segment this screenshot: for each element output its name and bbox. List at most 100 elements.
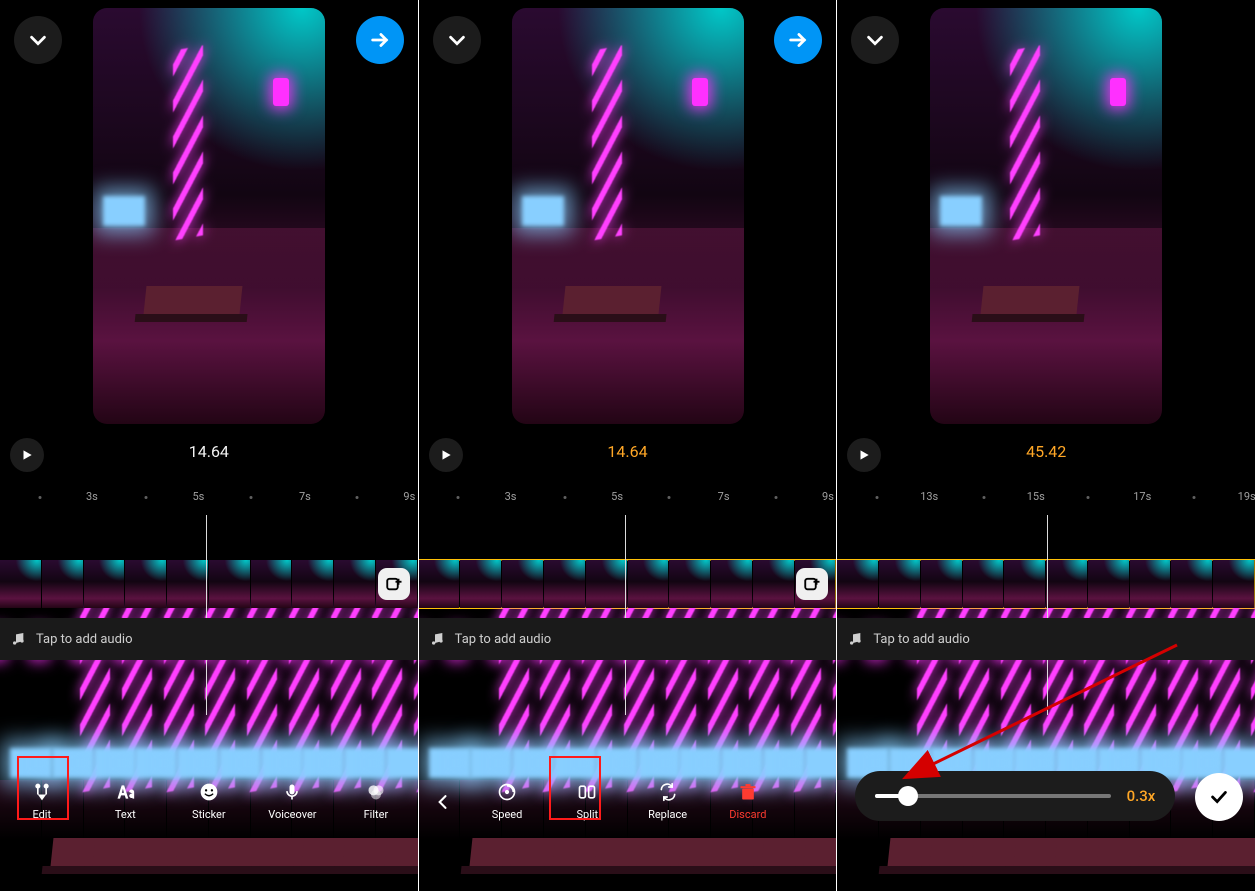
clip-thumb <box>209 560 251 608</box>
add-audio-label: Tap to add audio <box>873 632 970 647</box>
filter-icon <box>366 782 386 802</box>
voiceover-icon <box>282 782 302 802</box>
tick-label: 15s <box>1027 490 1045 503</box>
next-button[interactable] <box>356 16 404 64</box>
phone-screen-2: 14.643s5s7s9sTap to add audioSpeedSplitR… <box>418 0 837 891</box>
phone-screen-1: 14.64 3s5s7s9s Tap to add audio Edit Text Sti… <box>0 0 418 891</box>
next-button[interactable] <box>774 16 822 64</box>
clip-strip[interactable] <box>0 560 418 608</box>
speed-value: 0.3x <box>1127 787 1156 805</box>
text-tool[interactable]: Text <box>97 782 153 821</box>
clip-thumb <box>1213 560 1255 608</box>
tick-label: 13s <box>920 490 938 503</box>
discard-icon <box>738 782 758 802</box>
clip-thumb <box>1046 560 1088 608</box>
speed-slider-panel: 0.3x <box>855 771 1175 821</box>
clip-thumb <box>167 560 209 608</box>
clip-thumb <box>502 560 544 608</box>
add-audio-label: Tap to add audio <box>36 632 133 647</box>
clip-thumb <box>1130 560 1172 608</box>
sticker-icon <box>199 782 219 802</box>
clip-thumb <box>0 560 42 608</box>
replace-tool[interactable]: Replace <box>640 782 696 821</box>
edit-icon <box>32 782 52 802</box>
playhead[interactable] <box>1047 515 1048 715</box>
add-audio-label: Tap to add audio <box>455 632 552 647</box>
edit-toolbar: Edit Text Sticker Voiceover Filter <box>0 782 418 821</box>
sticker-tool[interactable]: Sticker <box>181 782 237 821</box>
speed-slider[interactable] <box>875 794 1110 798</box>
add-audio-row[interactable]: Tap to add audio <box>0 618 418 660</box>
clip-toolbar: Speed Split Replace Discard <box>419 782 837 821</box>
clip-strip[interactable] <box>837 560 1255 608</box>
clip-thumb <box>544 560 586 608</box>
tool-label: Text <box>115 808 136 821</box>
timeline-ruler[interactable]: 3s5s7s9s <box>419 490 837 510</box>
add-audio-row[interactable]: Tap to add audio <box>837 618 1255 660</box>
music-icon <box>847 631 863 647</box>
split-icon <box>577 782 597 802</box>
clip-thumb <box>586 560 628 608</box>
playhead[interactable] <box>625 515 626 715</box>
music-icon <box>10 631 26 647</box>
add-transition-button[interactable] <box>378 568 410 600</box>
tool-label: Split <box>577 808 599 821</box>
collapse-button[interactable] <box>14 16 62 64</box>
duration-label: 45.42 <box>837 442 1255 461</box>
tick-label: 3s <box>86 490 98 503</box>
clip-thumb <box>628 560 670 608</box>
clip-thumb <box>963 560 1005 608</box>
clip-thumb <box>753 560 795 608</box>
tool-label: Edit <box>32 808 51 821</box>
tick-label: 9s <box>822 490 834 503</box>
clip-strip[interactable] <box>419 560 837 608</box>
clip-thumb <box>125 560 167 608</box>
speed-icon <box>497 782 517 802</box>
tool-label: Sticker <box>192 808 226 821</box>
text-icon <box>115 782 135 802</box>
clip-thumb <box>669 560 711 608</box>
split-tool[interactable]: Split <box>559 782 615 821</box>
tick-label: 7s <box>718 490 730 503</box>
replace-icon <box>658 782 678 802</box>
voiceover-tool[interactable]: Voiceover <box>264 782 320 821</box>
confirm-button[interactable] <box>1195 773 1243 821</box>
clip-thumb <box>879 560 921 608</box>
tick-label: 17s <box>1133 490 1151 503</box>
playhead[interactable] <box>206 515 207 715</box>
slider-knob[interactable] <box>898 786 918 806</box>
speed-tool[interactable]: Speed <box>479 782 535 821</box>
duration-label: 14.64 <box>0 442 418 461</box>
phone-screen-3: 45.4213s15s17s19sTap to add audio 0.3x <box>836 0 1255 891</box>
tool-label: Filter <box>364 808 389 821</box>
music-icon <box>429 631 445 647</box>
clip-thumb <box>921 560 963 608</box>
clip-thumb <box>84 560 126 608</box>
tool-label: Replace <box>648 808 687 821</box>
filter-tool[interactable]: Filter <box>348 782 404 821</box>
clip-thumb <box>1171 560 1213 608</box>
discard-tool[interactable]: Discard <box>720 782 776 821</box>
clip-thumb <box>251 560 293 608</box>
clip-thumb <box>292 560 334 608</box>
video-preview[interactable] <box>930 8 1162 424</box>
add-audio-row[interactable]: Tap to add audio <box>419 618 837 660</box>
add-transition-button[interactable] <box>796 568 828 600</box>
timeline-ruler[interactable]: 13s15s17s19s <box>837 490 1255 510</box>
back-button[interactable] <box>431 792 455 812</box>
edit-tool[interactable]: Edit <box>14 782 70 821</box>
clip-thumb <box>1004 560 1046 608</box>
collapse-button[interactable] <box>851 16 899 64</box>
clip-thumb <box>711 560 753 608</box>
clip-thumb <box>460 560 502 608</box>
video-preview[interactable] <box>512 8 744 424</box>
duration-label: 14.64 <box>419 442 837 461</box>
timeline-ruler[interactable]: 3s5s7s9s <box>0 490 418 510</box>
tick-label: 7s <box>299 490 311 503</box>
clip-thumb <box>1088 560 1130 608</box>
video-preview[interactable] <box>93 8 325 424</box>
tick-label: 5s <box>611 490 623 503</box>
clip-thumb <box>42 560 84 608</box>
collapse-button[interactable] <box>433 16 481 64</box>
clip-thumb <box>334 560 376 608</box>
